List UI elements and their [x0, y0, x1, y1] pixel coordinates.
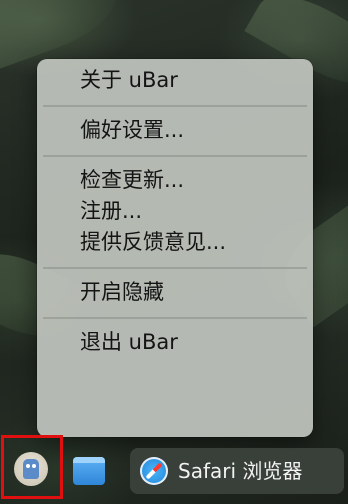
menu-item-register[interactable]: 注册... — [37, 196, 313, 227]
menu-item-check-updates[interactable]: 检查更新... — [37, 165, 313, 196]
ubar-icon-highlight — [1, 435, 63, 499]
menu-separator — [43, 317, 307, 319]
finder-window-icon[interactable] — [73, 457, 105, 485]
ubar-context-menu: 关于 uBar 偏好设置... 检查更新... 注册... 提供反馈意见... … — [37, 59, 313, 437]
safari-label: Safari 浏览器 — [178, 459, 303, 483]
menu-item-enable-hiding[interactable]: 开启隐藏 — [37, 277, 313, 308]
menu-item-about-ubar[interactable]: 关于 uBar — [37, 65, 313, 96]
menu-item-quit-ubar[interactable]: 退出 uBar — [37, 327, 313, 358]
safari-compass-icon — [140, 457, 168, 485]
safari-taskbar-item[interactable]: Safari 浏览器 — [130, 448, 344, 494]
menu-separator — [43, 267, 307, 269]
menu-item-preferences[interactable]: 偏好设置... — [37, 115, 313, 146]
menu-separator — [43, 155, 307, 157]
menu-separator — [43, 105, 307, 107]
menu-item-feedback[interactable]: 提供反馈意见... — [37, 227, 313, 258]
